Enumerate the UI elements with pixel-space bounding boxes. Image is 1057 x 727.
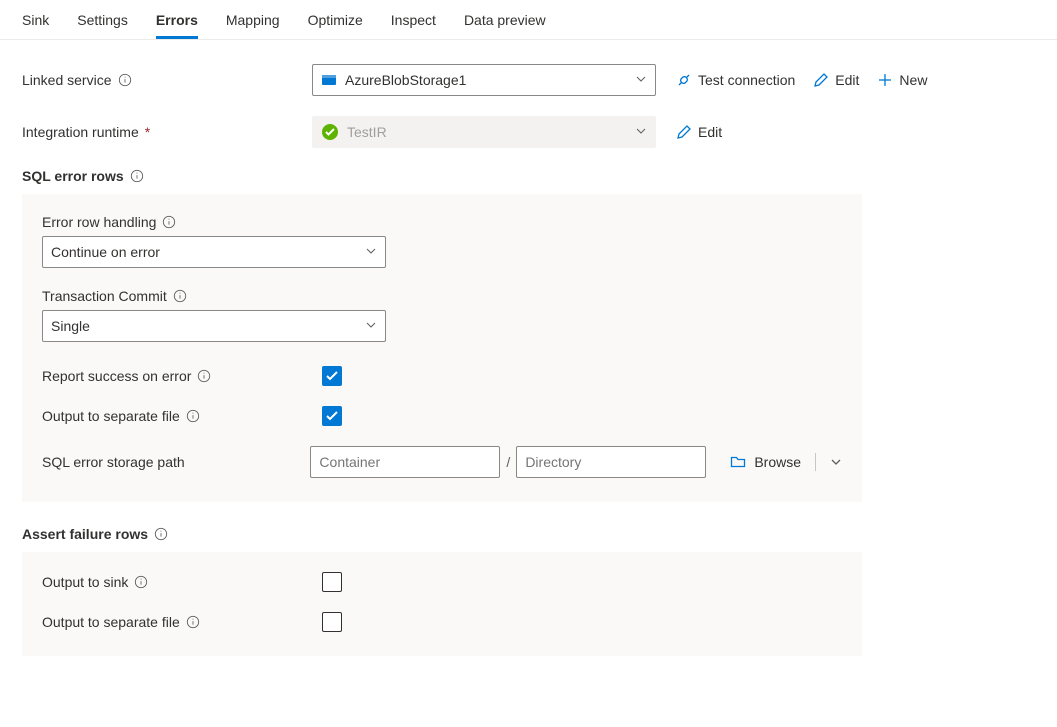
chevron-down-icon xyxy=(365,318,377,334)
folder-icon xyxy=(730,454,746,470)
info-icon[interactable] xyxy=(130,169,144,183)
divider xyxy=(815,453,816,471)
browse-button[interactable]: Browse xyxy=(754,454,801,470)
integration-runtime-value: TestIR xyxy=(347,124,387,140)
path-separator: / xyxy=(506,454,510,470)
storage-icon xyxy=(321,72,337,88)
info-icon[interactable] xyxy=(162,215,176,229)
assert-failure-header: Assert failure rows xyxy=(22,526,1035,542)
transaction-commit-select[interactable]: Single xyxy=(42,310,386,342)
plus-icon xyxy=(877,72,893,88)
assert-output-separate-label: Output to separate file xyxy=(42,614,180,630)
test-icon xyxy=(676,72,692,88)
integration-runtime-select[interactable]: TestIR xyxy=(312,116,656,148)
tab-optimize[interactable]: Optimize xyxy=(308,8,363,39)
info-icon[interactable] xyxy=(186,615,200,629)
info-icon[interactable] xyxy=(154,527,168,541)
tab-inspect[interactable]: Inspect xyxy=(391,8,436,39)
info-icon[interactable] xyxy=(118,73,132,87)
edit-linked-service-button[interactable]: Edit xyxy=(813,72,859,88)
tab-sink[interactable]: Sink xyxy=(22,8,49,39)
tab-data-preview[interactable]: Data preview xyxy=(464,8,546,39)
success-icon xyxy=(321,123,339,141)
output-separate-checkbox[interactable] xyxy=(322,406,342,426)
sql-error-rows-header: SQL error rows xyxy=(22,168,1035,184)
edit-icon xyxy=(676,124,692,140)
output-separate-label: Output to separate file xyxy=(42,408,180,424)
transaction-commit-label: Transaction Commit xyxy=(42,288,167,304)
report-success-label: Report success on error xyxy=(42,368,191,384)
container-input[interactable] xyxy=(310,446,500,478)
info-icon[interactable] xyxy=(173,289,187,303)
tab-settings[interactable]: Settings xyxy=(77,8,128,39)
required-indicator: * xyxy=(145,124,150,140)
chevron-down-icon xyxy=(365,244,377,260)
linked-service-select[interactable]: AzureBlobStorage1 xyxy=(312,64,656,96)
browse-dropdown[interactable] xyxy=(830,456,842,468)
assert-output-separate-checkbox[interactable] xyxy=(322,612,342,632)
directory-input[interactable] xyxy=(516,446,706,478)
linked-service-value: AzureBlobStorage1 xyxy=(345,72,466,88)
output-to-sink-label: Output to sink xyxy=(42,574,128,590)
info-icon[interactable] xyxy=(134,575,148,589)
tab-bar: Sink Settings Errors Mapping Optimize In… xyxy=(0,0,1057,40)
tab-mapping[interactable]: Mapping xyxy=(226,8,280,39)
integration-runtime-row: Integration runtime * TestIR Edit xyxy=(22,116,1035,148)
chevron-down-icon xyxy=(635,72,647,88)
storage-path-label: SQL error storage path xyxy=(42,454,185,470)
error-row-handling-select[interactable]: Continue on error xyxy=(42,236,386,268)
error-row-handling-label: Error row handling xyxy=(42,214,156,230)
info-icon[interactable] xyxy=(186,409,200,423)
linked-service-row: Linked service AzureBlobStorage1 Test co… xyxy=(22,64,1035,96)
new-linked-service-button[interactable]: New xyxy=(877,72,927,88)
assert-failure-panel: Output to sink Output to separate file xyxy=(22,552,862,656)
tab-errors[interactable]: Errors xyxy=(156,8,198,39)
integration-runtime-label: Integration runtime xyxy=(22,124,139,140)
info-icon[interactable] xyxy=(197,369,211,383)
edit-integration-runtime-button[interactable]: Edit xyxy=(676,124,722,140)
linked-service-label: Linked service xyxy=(22,72,112,88)
test-connection-button[interactable]: Test connection xyxy=(676,72,795,88)
sql-error-rows-panel: Error row handling Continue on error Tra… xyxy=(22,194,862,502)
output-to-sink-checkbox[interactable] xyxy=(322,572,342,592)
chevron-down-icon xyxy=(635,124,647,140)
report-success-checkbox[interactable] xyxy=(322,366,342,386)
edit-icon xyxy=(813,72,829,88)
